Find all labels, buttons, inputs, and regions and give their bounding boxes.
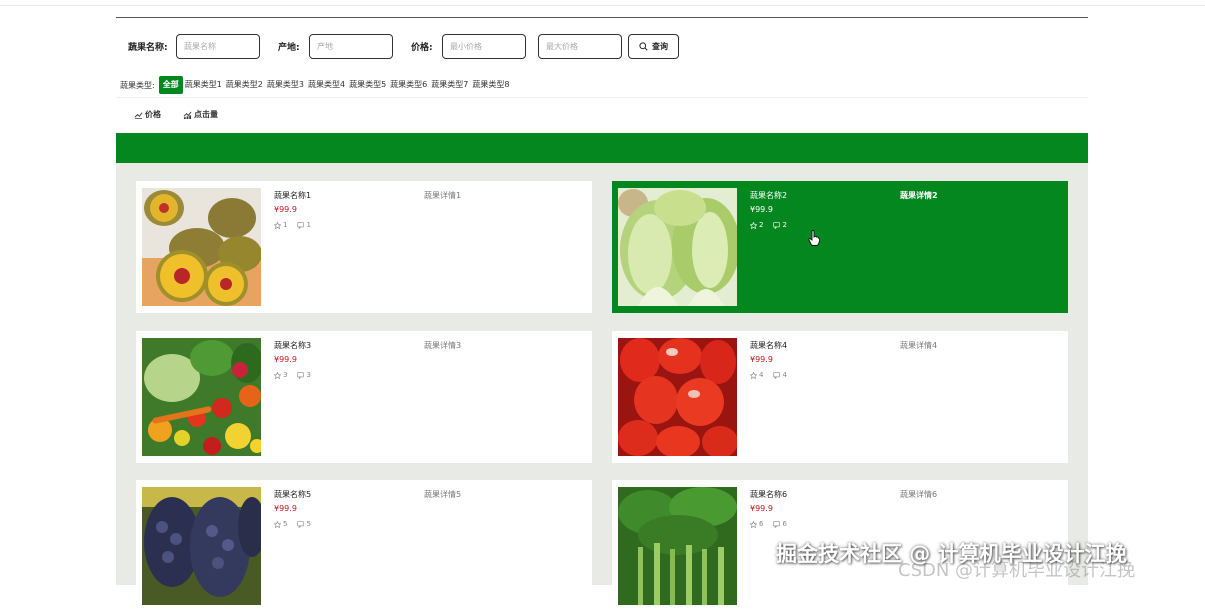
comment-icon bbox=[773, 520, 781, 528]
product-price: ¥99.9 bbox=[274, 205, 297, 214]
sort-clicks[interactable]: 点击量 bbox=[183, 109, 218, 120]
type-item-8[interactable]: 蔬果类型8 bbox=[470, 76, 511, 94]
product-card-4[interactable]: 蔬果名称4 蔬果详情4 ¥99.9 4 4 bbox=[612, 331, 1068, 463]
chart-icon bbox=[183, 111, 192, 119]
search-button[interactable]: 查询 bbox=[628, 34, 679, 59]
product-detail: 蔬果详情3 bbox=[424, 341, 462, 350]
star-icon bbox=[274, 520, 281, 528]
comment-count: 1 bbox=[306, 221, 311, 229]
kiwi-image bbox=[142, 188, 261, 306]
product-card-2[interactable]: 蔬果名称2 蔬果详情2 ¥99.9 2 2 bbox=[612, 181, 1068, 313]
product-detail: 蔬果详情4 bbox=[900, 341, 938, 350]
product-name: 蔬果名称2 bbox=[750, 191, 788, 200]
max-price-input[interactable] bbox=[538, 34, 622, 59]
product-detail: 蔬果详情5 bbox=[424, 490, 462, 499]
strawberry-image bbox=[618, 338, 737, 456]
type-label: 蔬果类型: bbox=[120, 80, 155, 90]
product-price: ¥99.9 bbox=[274, 504, 297, 513]
star-count: 2 bbox=[759, 221, 764, 229]
comment-count: 3 bbox=[306, 371, 311, 379]
product-price: ¥99.9 bbox=[750, 205, 773, 214]
product-detail: 蔬果详情2 bbox=[900, 191, 938, 200]
sort-price-label: 价格 bbox=[145, 110, 161, 119]
product-card-3[interactable]: 蔬果名称3 蔬果详情3 ¥99.9 3 3 bbox=[136, 331, 592, 463]
comment-icon bbox=[297, 221, 305, 229]
vegetables-image bbox=[142, 338, 261, 456]
sort-price[interactable]: 价格 bbox=[134, 109, 161, 120]
product-name: 蔬果名称4 bbox=[750, 341, 788, 350]
star-count: 5 bbox=[283, 520, 288, 528]
search-button-label: 查询 bbox=[652, 42, 668, 51]
product-name: 蔬果名称6 bbox=[750, 490, 788, 499]
product-detail: 蔬果详情6 bbox=[900, 490, 938, 499]
origin-input[interactable] bbox=[309, 34, 393, 59]
type-item-5[interactable]: 蔬果类型5 bbox=[347, 76, 388, 94]
product-stats: 1 1 bbox=[274, 221, 311, 229]
comment-icon bbox=[297, 520, 305, 528]
star-icon bbox=[750, 520, 757, 528]
grape-image bbox=[142, 487, 261, 605]
type-item-2[interactable]: 蔬果类型2 bbox=[224, 76, 265, 94]
product-stats: 2 2 bbox=[750, 221, 787, 229]
product-price: ¥99.9 bbox=[750, 355, 773, 364]
comment-icon bbox=[773, 221, 781, 229]
celery-image bbox=[618, 487, 737, 605]
product-name: 蔬果名称3 bbox=[274, 341, 312, 350]
product-card-1[interactable]: 蔬果名称1 蔬果详情1 ¥99.9 1 1 bbox=[136, 181, 592, 313]
filter-bar: 蔬果名称: 产地: 价格: 查询 bbox=[116, 34, 1088, 60]
type-item-4[interactable]: 蔬果类型4 bbox=[306, 76, 347, 94]
comment-count: 5 bbox=[306, 520, 311, 528]
cabbage-image bbox=[618, 188, 737, 306]
product-stats: 5 5 bbox=[274, 520, 311, 528]
star-icon bbox=[274, 221, 281, 229]
product-card-5[interactable]: 蔬果名称5 蔬果详情5 ¥99.9 5 5 bbox=[136, 480, 592, 612]
product-detail: 蔬果详情1 bbox=[424, 191, 462, 200]
min-price-input[interactable] bbox=[442, 34, 526, 59]
comment-count: 4 bbox=[782, 371, 787, 379]
search-icon bbox=[639, 42, 648, 51]
type-item-7[interactable]: 蔬果类型7 bbox=[429, 76, 470, 94]
star-icon bbox=[274, 371, 281, 379]
hand-cursor-icon bbox=[808, 230, 820, 246]
comment-icon bbox=[297, 371, 305, 379]
name-label: 蔬果名称: bbox=[128, 43, 168, 53]
comment-count: 2 bbox=[782, 221, 787, 229]
type-item-1[interactable]: 蔬果类型1 bbox=[183, 76, 224, 94]
product-stats: 4 4 bbox=[750, 371, 787, 379]
type-item-6[interactable]: 蔬果类型6 bbox=[388, 76, 429, 94]
comment-count: 6 bbox=[782, 520, 787, 528]
star-count: 6 bbox=[759, 520, 764, 528]
star-count: 1 bbox=[283, 221, 288, 229]
product-stats: 6 6 bbox=[750, 520, 787, 528]
product-stats: 3 3 bbox=[274, 371, 311, 379]
name-input[interactable] bbox=[176, 34, 260, 59]
price-label: 价格: bbox=[411, 43, 433, 53]
product-name: 蔬果名称1 bbox=[274, 191, 312, 200]
top-divider bbox=[0, 5, 1205, 6]
star-count: 3 bbox=[283, 371, 288, 379]
header-divider bbox=[116, 17, 1088, 18]
green-banner bbox=[116, 133, 1088, 163]
star-icon bbox=[750, 371, 757, 379]
type-item-all[interactable]: 全部 bbox=[158, 76, 183, 94]
trend-icon bbox=[134, 112, 143, 119]
star-count: 4 bbox=[759, 371, 764, 379]
comment-icon bbox=[773, 371, 781, 379]
type-item-3[interactable]: 蔬果类型3 bbox=[265, 76, 306, 94]
juejin-watermark: 掘金技术社区 @ 计算机毕业设计江挽 bbox=[776, 542, 1127, 566]
sort-bar: 价格 点击量 bbox=[134, 109, 218, 120]
type-filter: 蔬果类型: 全部 蔬果类型1 蔬果类型2 蔬果类型3 蔬果类型4 蔬果类型5 蔬… bbox=[116, 76, 1088, 94]
type-divider bbox=[116, 97, 1088, 98]
origin-label: 产地: bbox=[278, 43, 300, 53]
product-name: 蔬果名称5 bbox=[274, 490, 312, 499]
product-price: ¥99.9 bbox=[750, 504, 773, 513]
sort-clicks-label: 点击量 bbox=[194, 110, 218, 119]
product-price: ¥99.9 bbox=[274, 355, 297, 364]
star-icon bbox=[750, 221, 757, 229]
